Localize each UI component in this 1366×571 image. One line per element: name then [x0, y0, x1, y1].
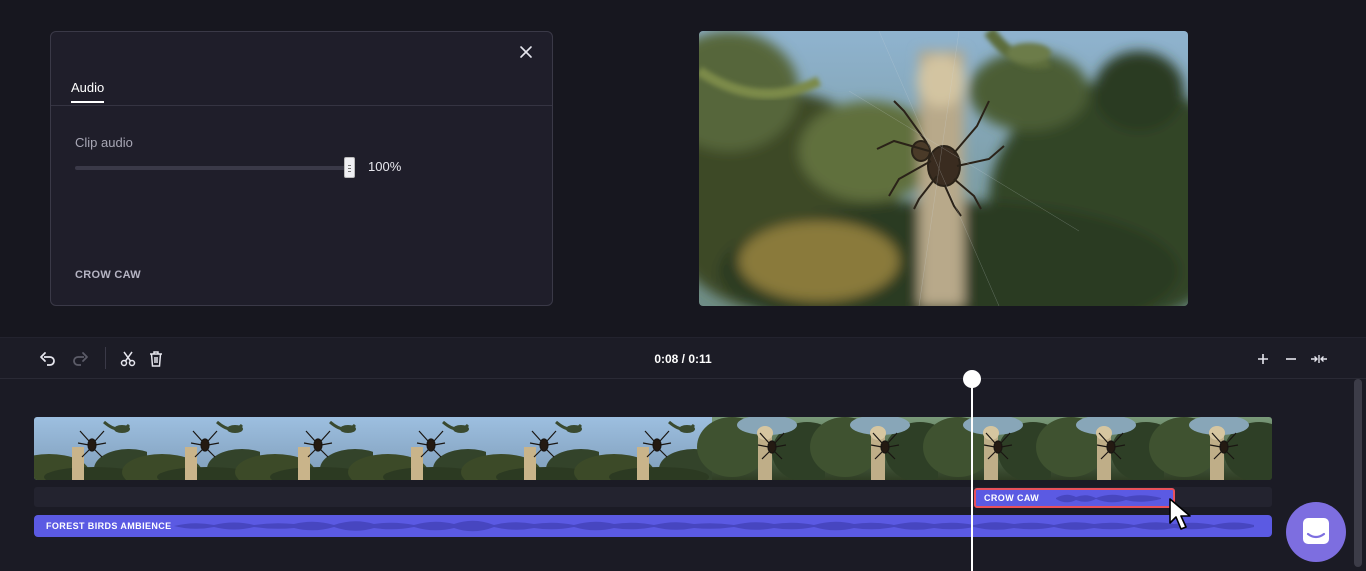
video-thumbnails — [34, 417, 1272, 480]
chat-icon — [1303, 518, 1329, 544]
spider-web-preview-image — [699, 31, 1188, 306]
playhead-handle[interactable] — [963, 370, 981, 388]
video-track[interactable] — [34, 417, 1272, 480]
mouse-cursor-icon — [1169, 498, 1191, 530]
panel-divider — [51, 105, 552, 106]
clip-audio-label: Clip audio — [75, 135, 133, 150]
timeline: CROW CAW FOREST BIRDS AMBIENCE — [0, 370, 1366, 571]
volume-value: 100% — [368, 159, 402, 174]
zoom-in-icon[interactable] — [1254, 350, 1272, 368]
crow-caw-clip-label: CROW CAW — [984, 493, 1040, 503]
fit-icon[interactable] — [1310, 350, 1328, 368]
video-preview — [699, 31, 1188, 306]
chat-button[interactable] — [1286, 502, 1346, 562]
timeline-toolbar: 0:08 / 0:11 — [0, 337, 1366, 379]
forest-birds-ambience-track[interactable]: FOREST BIRDS AMBIENCE — [34, 515, 1272, 537]
tab-audio[interactable]: Audio — [71, 80, 105, 103]
playhead-line — [971, 379, 973, 571]
timecode: 0:08 / 0:11 — [654, 352, 712, 366]
volume-slider-handle[interactable] — [344, 157, 355, 178]
timeline-scrollbar[interactable] — [1354, 379, 1362, 567]
audio-panel: Audio Clip audio 100% CROW CAW — [50, 31, 553, 306]
ambience-track-label: FOREST BIRDS AMBIENCE — [46, 521, 172, 531]
ambience-waveform — [174, 520, 1254, 532]
close-icon[interactable] — [518, 44, 534, 60]
crow-caw-clip[interactable]: CROW CAW — [974, 488, 1175, 508]
zoom-out-icon[interactable] — [1282, 350, 1300, 368]
volume-slider-track[interactable] — [75, 166, 350, 170]
selected-clip-name: CROW CAW — [75, 269, 141, 281]
editor-stage: Audio Clip audio 100% CROW CAW — [0, 0, 1366, 337]
